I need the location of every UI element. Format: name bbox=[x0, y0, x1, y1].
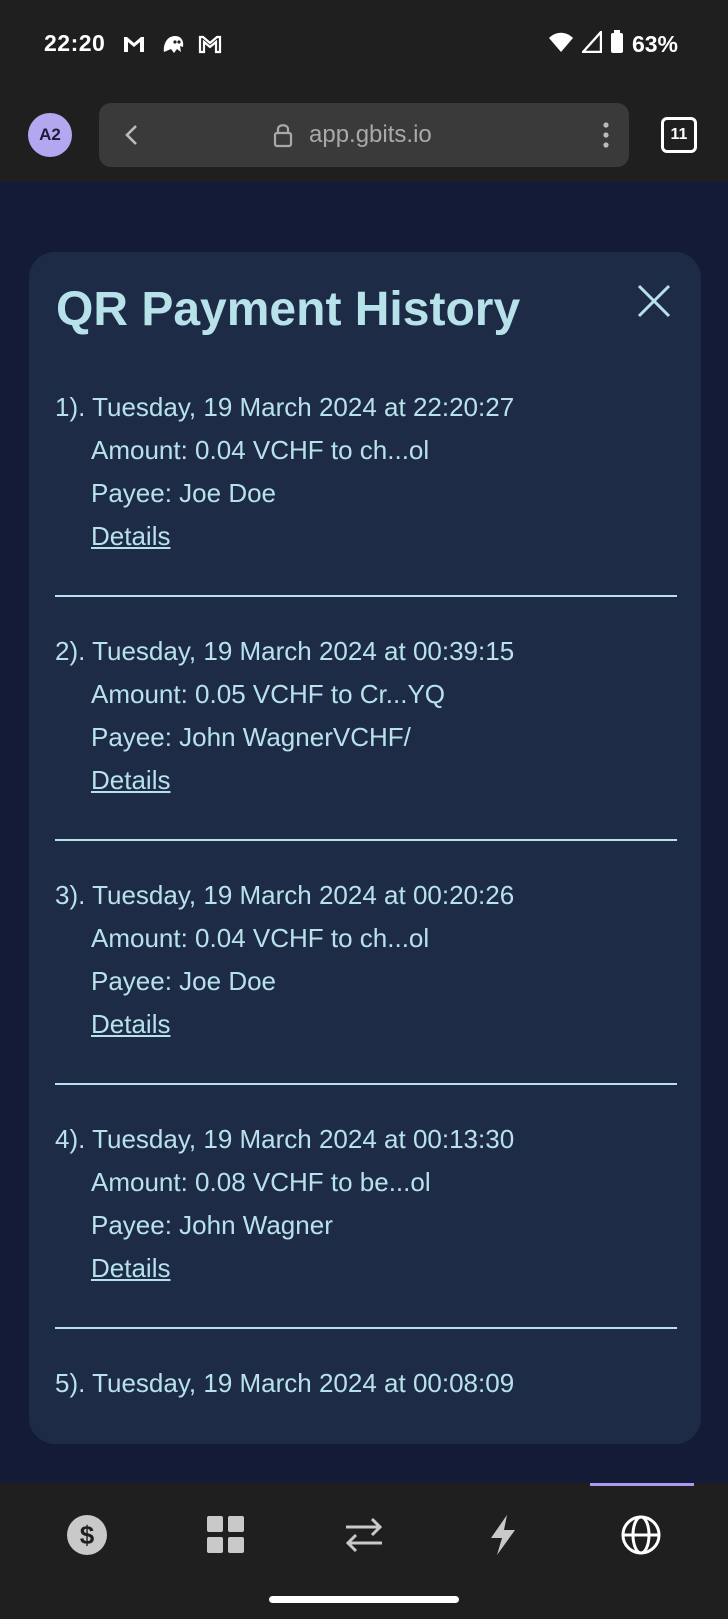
divider bbox=[55, 1083, 677, 1085]
grid-icon[interactable] bbox=[204, 1513, 248, 1557]
payment-payee: Payee: Joe Doe bbox=[91, 966, 277, 996]
list-item: 1). Tuesday, 19 March 2024 at 22:20:27 A… bbox=[55, 392, 677, 636]
divider bbox=[55, 1327, 677, 1329]
wifi-icon bbox=[548, 31, 574, 58]
signal-icon bbox=[580, 28, 603, 58]
ghost-icon bbox=[160, 32, 184, 56]
status-bar: 22:20 63% bbox=[0, 0, 728, 88]
profile-avatar[interactable]: A2 bbox=[28, 113, 72, 157]
close-icon[interactable] bbox=[635, 282, 673, 320]
battery-percentage: 63% bbox=[631, 31, 678, 57]
bottom-navigation: $ bbox=[0, 1483, 728, 1619]
list-item: 2). Tuesday, 19 March 2024 at 00:39:15 A… bbox=[55, 636, 677, 880]
payment-amount: Amount: 0.05 VCHF to Cr...YQ bbox=[91, 679, 446, 709]
lightning-icon[interactable] bbox=[481, 1513, 525, 1557]
list-item: 4). Tuesday, 19 March 2024 at 00:13:30 A… bbox=[55, 1124, 677, 1368]
payment-payee: Payee: Joe Doe bbox=[91, 478, 277, 508]
address-bar[interactable]: app.gbits.io bbox=[99, 103, 629, 167]
lock-icon bbox=[271, 122, 295, 148]
divider bbox=[55, 839, 677, 841]
payment-datetime: 2). Tuesday, 19 March 2024 at 00:39:15 bbox=[55, 636, 515, 666]
payment-amount: Amount: 0.04 VCHF to ch...ol bbox=[91, 435, 430, 465]
status-time: 22:20 bbox=[44, 30, 106, 56]
back-arrow-icon[interactable] bbox=[121, 123, 145, 147]
more-vert-icon[interactable] bbox=[601, 121, 611, 149]
payment-datetime: 4). Tuesday, 19 March 2024 at 00:13:30 bbox=[55, 1124, 515, 1154]
payment-datetime: 3). Tuesday, 19 March 2024 at 00:20:26 bbox=[55, 880, 515, 910]
payment-payee: Payee: John Wagner bbox=[91, 1210, 333, 1240]
payment-amount: Amount: 0.08 VCHF to be...ol bbox=[91, 1167, 431, 1197]
payment-datetime: 5). Tuesday, 19 March 2024 at 00:08:09 bbox=[55, 1368, 515, 1398]
gmail-icon bbox=[122, 32, 146, 56]
tab-switcher-button[interactable]: 11 bbox=[661, 117, 697, 153]
divider bbox=[55, 595, 677, 597]
payment-payee: Payee: John WagnerVCHF/ bbox=[91, 722, 411, 752]
dollar-icon[interactable]: $ bbox=[65, 1513, 109, 1557]
browser-toolbar: A2 app.gbits.io 11 bbox=[0, 88, 728, 182]
details-link[interactable]: Details bbox=[91, 1253, 170, 1284]
notification-icons bbox=[122, 32, 222, 56]
payment-datetime: 1). Tuesday, 19 March 2024 at 22:20:27 bbox=[55, 392, 515, 422]
gmail-icon bbox=[198, 32, 222, 56]
details-link[interactable]: Details bbox=[91, 765, 170, 796]
payment-amount: Amount: 0.04 VCHF to ch...ol bbox=[91, 923, 430, 953]
battery-icon bbox=[610, 30, 624, 59]
svg-text:$: $ bbox=[80, 1520, 95, 1550]
transfer-icon[interactable] bbox=[342, 1513, 386, 1557]
globe-icon[interactable] bbox=[619, 1513, 663, 1557]
modal-title: QR Payment History bbox=[56, 283, 521, 336]
payment-history-list: 1). Tuesday, 19 March 2024 at 22:20:27 A… bbox=[55, 392, 677, 1612]
list-item: 3). Tuesday, 19 March 2024 at 00:20:26 A… bbox=[55, 880, 677, 1124]
active-tab-indicator bbox=[590, 1483, 694, 1486]
gesture-home-bar[interactable] bbox=[269, 1596, 459, 1603]
details-link[interactable]: Details bbox=[91, 1009, 170, 1040]
details-link[interactable]: Details bbox=[91, 521, 170, 552]
qr-payment-history-modal: QR Payment History 1). Tuesday, 19 March… bbox=[29, 252, 701, 1444]
url-text: app.gbits.io bbox=[309, 121, 432, 148]
system-icons: 63% bbox=[548, 28, 678, 59]
